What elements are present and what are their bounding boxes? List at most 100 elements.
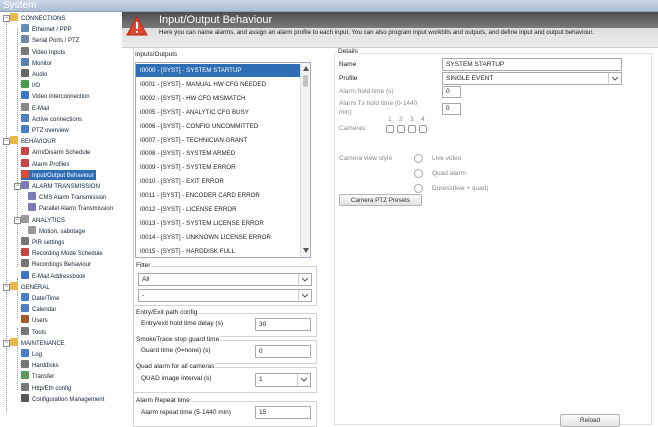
io-list-item[interactable]: I0010 - [SYST] - EXIT ERROR [136, 175, 301, 188]
sidebar-item[interactable]: Active connections [21, 113, 82, 124]
sidebar-item[interactable]: Recordings Behaviour [21, 259, 91, 269]
sidebar-item[interactable]: CMS Alarm Transmission [28, 192, 106, 202]
collapse-toggle-icon[interactable]: − [14, 183, 21, 190]
camera-checkbox[interactable] [419, 125, 427, 133]
camera-checkbox[interactable] [397, 125, 405, 133]
repeat-time-input[interactable]: 15 [255, 406, 311, 419]
sidebar-item-label: Ethernet / PPP [32, 27, 72, 34]
connections-icon [21, 113, 29, 122]
camera-ptz-presets-button[interactable]: Camera PTZ Presets [339, 194, 422, 206]
entry-exit-title: Entry/Exit path config [135, 309, 199, 316]
entry-exit-input[interactable]: 30 [255, 318, 311, 331]
serial-icon [21, 35, 29, 44]
sidebar-item[interactable]: Date/Time [21, 293, 59, 303]
sidebar-item[interactable]: GENERAL [10, 281, 50, 292]
sidebar-item[interactable]: Transfer [21, 371, 54, 381]
collapse-toggle-icon[interactable]: − [3, 15, 10, 22]
sidebar-item[interactable]: E-Mail [21, 102, 49, 113]
chevron-down-icon [612, 76, 618, 81]
sidebar-item[interactable]: BEHAVIOUR [10, 136, 56, 146]
scroll-thumb[interactable] [303, 75, 308, 87]
chevron-down-icon [301, 377, 307, 382]
sidebar-item[interactable]: ANALYTICS [21, 214, 65, 225]
filter-select-1[interactable]: All [138, 273, 312, 286]
sidebar-item[interactable]: PIR settings [21, 237, 64, 247]
scroll-up-icon[interactable] [303, 66, 309, 71]
view-style-radio[interactable] [414, 184, 423, 193]
sidebar-item[interactable]: ALARM TRANSMISSION [21, 181, 100, 191]
view-style-option-label: Live video [432, 155, 462, 162]
sidebar-item[interactable]: Calendar [21, 304, 56, 314]
details-panel [334, 53, 652, 425]
sidebar-item-label: Recordings Behaviour [32, 262, 92, 269]
io-list-item[interactable]: I0008 - [SYST] - SYSTEM ARMED [136, 147, 301, 160]
sidebar-item[interactable]: Video interconnection [21, 91, 90, 101]
sidebar-item-label: Configuration Management [32, 396, 105, 403]
sidebar-item[interactable]: MAINTENANCE [10, 337, 65, 348]
sidebar-item[interactable]: Http/Eth config [21, 382, 71, 393]
reload-button[interactable]: Reload [560, 414, 620, 427]
hold-time-label: Alarm hold time (s) [339, 88, 394, 95]
view-style-radio[interactable] [414, 169, 423, 178]
sidebar-item[interactable]: Monitor [21, 57, 52, 68]
io-list-item[interactable]: I0001 - [SYST] - MANUAL HW CFG NEEDED [136, 78, 301, 91]
io-list-item[interactable]: I0009 - [SYST] - SYSTEM ERROR [136, 161, 301, 174]
sidebar-item[interactable]: Audio [21, 69, 47, 79]
sidebar-item[interactable]: Configuration Management [21, 393, 105, 404]
sidebar-item-label: Transfer [32, 374, 55, 381]
sidebar-item[interactable]: I/O [21, 80, 40, 90]
collapse-toggle-icon[interactable]: − [3, 283, 10, 291]
sidebar-item[interactable]: Video Inputs [21, 46, 65, 57]
io-list-item[interactable]: I0012 - [SYST] - LICENSE ERROR [136, 203, 301, 216]
camera-number-label: 2 [399, 116, 403, 123]
collapse-toggle-icon[interactable]: − [3, 138, 10, 146]
sidebar-item[interactable]: Log [21, 349, 42, 359]
hold-time-input[interactable]: 0 [442, 86, 461, 98]
sidebar-item[interactable]: Recording Mode Schedule [21, 248, 103, 258]
sidebar-item[interactable]: Input/Output Behaviour [21, 169, 96, 180]
sidebar-item-label: ALARM TRANSMISSION [32, 184, 100, 190]
io-list-item[interactable]: I0015 - [SYST] - HARDDISK FULL [136, 245, 301, 257]
sidebar-item-label: GENERAL [21, 284, 50, 291]
camera-checkbox[interactable] [408, 125, 416, 133]
sidebar-item[interactable]: CONNECTIONS [10, 13, 65, 23]
profile-select[interactable]: SINGLE EVENT [442, 72, 622, 85]
tx-hold-input[interactable]: 0 [442, 103, 461, 115]
sidebar-item[interactable]: Serial Ports / PTZ [21, 35, 79, 45]
io-list-item[interactable]: I0007 - [SYST] - TECHNICIAN GRANT [136, 134, 301, 147]
view-style-label: Camera view style [339, 155, 393, 162]
sidebar-item[interactable]: PTZ overview [21, 125, 69, 135]
sidebar-item[interactable]: Ethernet / PPP [21, 24, 72, 34]
sidebar-item[interactable]: Harddisks [21, 360, 59, 370]
sidebar-item[interactable]: Tools [21, 326, 46, 337]
view-style-radio[interactable] [414, 154, 423, 163]
io-list-item[interactable]: I0002 - [SYST] - HW CFG MISMATCH [136, 92, 301, 105]
io-icon [21, 80, 29, 89]
collapse-toggle-icon[interactable]: − [3, 339, 10, 347]
io-list-item[interactable]: I0011 - [SYST] - ENCODER CARD ERROR [136, 189, 301, 202]
io-list-item[interactable]: I0000 - [SYST] - SYSTEM STARTUP [136, 64, 301, 77]
io-list[interactable]: I0000 - [SYST] - SYSTEM STARTUP I0001 - [… [135, 62, 311, 258]
filter-select-2[interactable]: - [138, 289, 312, 302]
guard-time-input[interactable]: 0 [255, 345, 311, 358]
io-list-item[interactable]: I0013 - [SYST] - SYSTEM LICENSE ERROR [136, 217, 301, 230]
camera-checkbox[interactable] [386, 125, 394, 133]
io-list-item[interactable]: I0014 - [SYST] - UNKNOWN LICENSE ERROR [136, 231, 301, 244]
sidebar-item[interactable]: Alarm Profiles [21, 158, 69, 169]
io-list-item[interactable]: I0006 - [SYST] - CONFIG UNCOMMITTED [136, 120, 301, 133]
sidebar-item[interactable]: E-Mail Addressbook [21, 270, 85, 281]
sidebar-item[interactable]: Users [21, 315, 48, 325]
alarm-profile-icon [21, 158, 29, 167]
quad-interval-select[interactable]: 1 [255, 373, 311, 387]
recordings-icon [21, 259, 29, 268]
name-input[interactable]: SYSTEM STARTUP [442, 58, 622, 71]
io-list-item[interactable]: I0005 - [SYST] - ANALYTIC CFG BUSY [136, 106, 301, 119]
io-list-scrollbar[interactable] [300, 63, 310, 257]
sidebar-item[interactable]: Parallel Alarm Transmission [28, 203, 113, 213]
tree-line [17, 143, 18, 267]
sidebar-item[interactable]: Arm/Disarm Schedule [21, 147, 90, 157]
scroll-down-icon[interactable] [303, 248, 309, 253]
filter-select-2-value: - [142, 292, 145, 299]
collapse-toggle-icon[interactable]: − [14, 216, 21, 224]
sidebar-item[interactable]: Motion, sabotage [28, 225, 85, 236]
